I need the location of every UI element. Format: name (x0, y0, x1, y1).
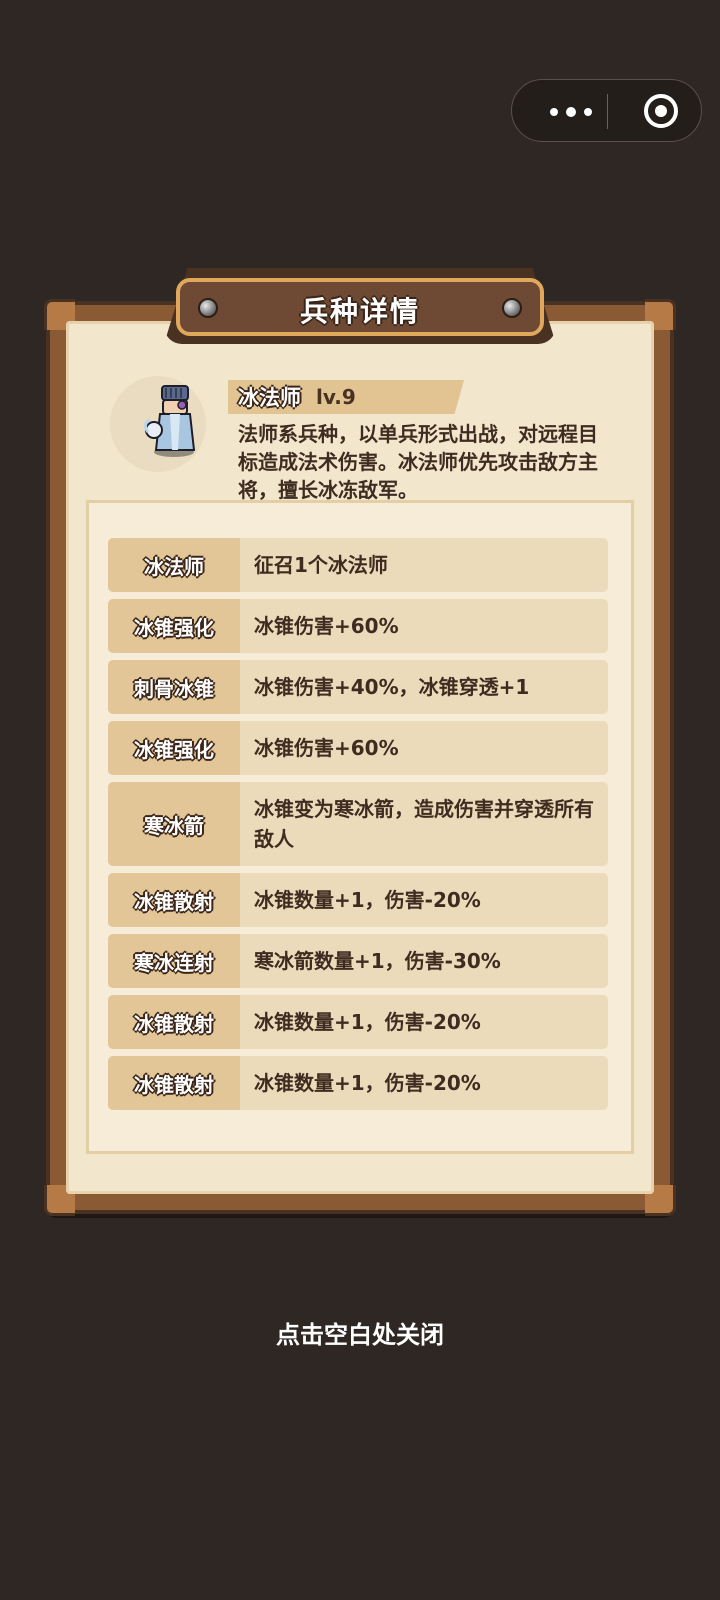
skill-row: 冰锥强化 冰锥伤害+60% (108, 599, 608, 653)
mini-program-capsule (511, 79, 702, 142)
skill-effect: 征召1个冰法师 (254, 553, 388, 577)
skill-effect: 寒冰箭数量+1，伤害-30% (254, 949, 501, 973)
skill-row: 寒冰箭 冰锥变为寒冰箭，造成伤害并穿透所有敌人 (108, 782, 608, 866)
close-hint[interactable]: 点击空白处关闭 (0, 1315, 720, 1350)
target-circle-icon[interactable] (642, 92, 680, 130)
skill-effect: 冰锥数量+1，伤害-20% (254, 888, 481, 912)
skill-name: 寒冰箭 (108, 782, 240, 866)
skill-row: 冰锥散射 冰锥数量+1，伤害-20% (108, 873, 608, 927)
skill-row: 寒冰连射 寒冰箭数量+1，伤害-30% (108, 934, 608, 988)
skill-effect: 冰锥伤害+60% (254, 736, 399, 760)
skill-row: 冰法师 征召1个冰法师 (108, 538, 608, 592)
skill-effect: 冰锥伤害+60% (254, 614, 399, 638)
skill-name: 冰法师 (108, 538, 240, 592)
more-dots-icon[interactable] (538, 80, 604, 143)
ice-mage-portrait (143, 385, 196, 457)
skill-row: 冰锥强化 冰锥伤害+60% (108, 721, 608, 775)
skill-effect: 冰锥伤害+40%，冰锥穿透+1 (254, 675, 530, 699)
skill-list: 冰法师 征召1个冰法师 冰锥强化 冰锥伤害+60% 刺骨冰锥 冰锥伤害+40%，冰锥穿透+… (108, 538, 608, 1117)
skill-name: 冰锥散射 (108, 1056, 240, 1110)
skill-row: 冰锥散射 冰锥数量+1，伤害-20% (108, 995, 608, 1049)
unit-description: 法师系兵种，以单兵形式出战，对远程目标造成法术伤害。冰法师优先攻击敌方主将，擅长… (238, 422, 598, 502)
skill-name: 冰锥散射 (108, 873, 240, 927)
skill-row: 刺骨冰锥 冰锥伤害+40%，冰锥穿透+1 (108, 660, 608, 714)
capsule-divider (607, 94, 608, 129)
title-plate: 兵种详情 (176, 278, 544, 336)
unit-name: 冰法师 (238, 386, 301, 410)
skill-effect: 冰锥变为寒冰箭，造成伤害并穿透所有敌人 (254, 797, 594, 851)
skill-name: 冰锥散射 (108, 995, 240, 1049)
skill-name: 寒冰连射 (108, 934, 240, 988)
skill-effect: 冰锥数量+1，伤害-20% (254, 1010, 481, 1034)
dialog-title: 兵种详情 (299, 295, 420, 328)
skill-name: 冰锥强化 (108, 599, 240, 653)
skill-name: 冰锥强化 (108, 721, 240, 775)
skill-name: 刺骨冰锥 (108, 660, 240, 714)
skill-row: 冰锥散射 冰锥数量+1，伤害-20% (108, 1056, 608, 1110)
unit-level: lv.9 (316, 385, 356, 409)
skill-effect: 冰锥数量+1，伤害-20% (254, 1071, 481, 1095)
rivet-icon (502, 298, 522, 318)
